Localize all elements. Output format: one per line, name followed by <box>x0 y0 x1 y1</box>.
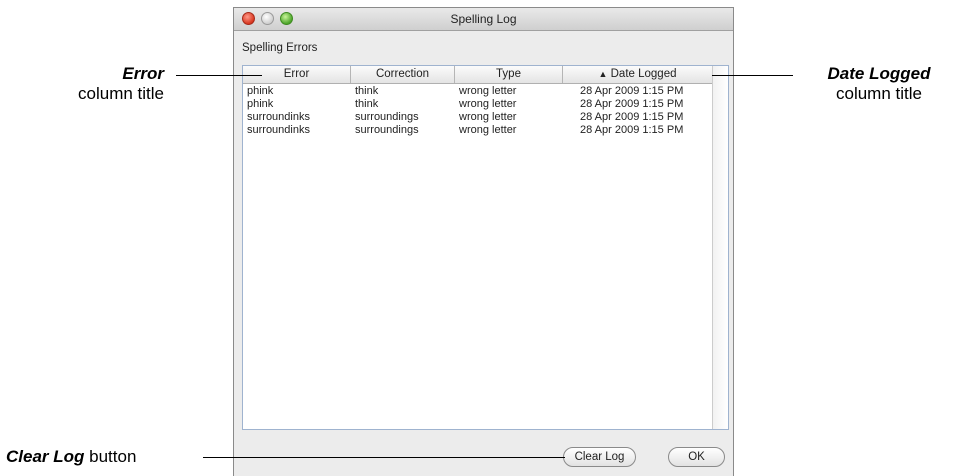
vertical-scrollbar[interactable] <box>712 66 728 429</box>
cell-error: surroundinks <box>247 124 310 136</box>
table-row[interactable]: phink think wrong letter 28 Apr 2009 1:1… <box>243 85 713 98</box>
cell-correction: surroundings <box>355 124 419 136</box>
cell-type: wrong letter <box>459 98 517 110</box>
callout-clear-log-button: Clear Log button <box>6 447 190 467</box>
cell-type: wrong letter <box>459 124 517 136</box>
title-bar[interactable]: Spelling Log <box>234 8 733 31</box>
cell-date-logged: 28 Apr 2009 1:15 PM <box>580 98 684 110</box>
callout-date-text: column title <box>836 84 922 103</box>
callout-date-title: Date Logged <box>827 64 931 83</box>
callout-clear-title: Clear Log <box>6 447 85 466</box>
table-row[interactable]: surroundinks surroundings wrong letter 2… <box>243 124 713 137</box>
window-title: Spelling Log <box>450 12 517 26</box>
callout-clear-text: button <box>84 447 137 466</box>
section-label: Spelling Errors <box>242 42 318 54</box>
column-header-type[interactable]: Type <box>455 66 563 83</box>
cell-date-logged: 28 Apr 2009 1:15 PM <box>580 111 684 123</box>
ok-button[interactable]: OK <box>668 447 725 467</box>
cell-date-logged: 28 Apr 2009 1:15 PM <box>580 124 684 136</box>
table-row[interactable]: phink think wrong letter 28 Apr 2009 1:1… <box>243 98 713 111</box>
cell-type: wrong letter <box>459 85 517 97</box>
column-header-correction[interactable]: Correction <box>351 66 455 83</box>
table-row[interactable]: surroundinks surroundings wrong letter 2… <box>243 111 713 124</box>
callout-error-column: Error column title <box>20 64 164 104</box>
sort-ascending-icon: ▲ <box>598 69 608 79</box>
callout-error-title: Error <box>122 64 164 83</box>
callout-line-date <box>712 75 793 76</box>
column-header-date-logged-label: Date Logged <box>610 68 677 80</box>
cell-correction: think <box>355 85 379 97</box>
cell-type: wrong letter <box>459 111 517 123</box>
spelling-errors-table: Error Correction Type ▲ Date Logged phin… <box>242 65 729 430</box>
callout-date-logged-column: Date Logged column title <box>800 64 958 104</box>
table-header: Error Correction Type ▲ Date Logged <box>243 66 713 84</box>
cell-error: surroundinks <box>247 111 310 123</box>
callout-line-clear <box>203 457 565 458</box>
callout-error-text: column title <box>78 84 164 103</box>
cell-error: phink <box>247 98 274 110</box>
cell-error: phink <box>247 85 274 97</box>
clear-log-button[interactable]: Clear Log <box>563 447 636 467</box>
spelling-log-window: Spelling Log Spelling Errors Error Corre… <box>233 7 734 476</box>
cell-date-logged: 28 Apr 2009 1:15 PM <box>580 85 684 97</box>
column-header-date-logged[interactable]: ▲ Date Logged <box>563 66 713 83</box>
cell-correction: think <box>355 98 379 110</box>
callout-line-error <box>176 75 262 76</box>
cell-correction: surroundings <box>355 111 419 123</box>
